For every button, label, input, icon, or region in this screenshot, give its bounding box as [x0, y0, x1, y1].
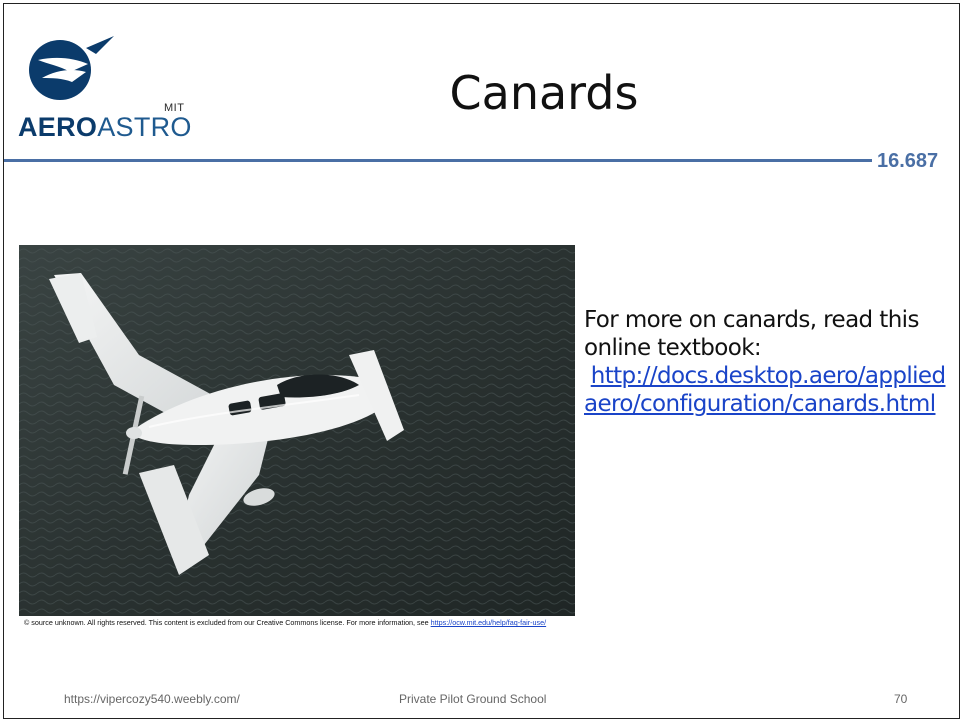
fair-use-link[interactable]: https://ocw.mit.edu/help/faq-fair-use/: [431, 618, 546, 627]
footer-url: https://vipercozy540.weebly.com/: [64, 692, 240, 706]
page-number: 70: [894, 692, 908, 706]
logo-aero-text: AERO: [18, 112, 98, 142]
body-paragraph: For more on canards, read this online te…: [584, 306, 956, 418]
slide: MIT AEROASTRO Canards 16.687 © source un…: [3, 3, 960, 719]
header-divider: [4, 159, 872, 162]
slide-title: Canards: [449, 66, 639, 120]
aeroastro-logo-mark-icon: [29, 36, 114, 100]
image-credit: © source unknown. All rights reserved. T…: [24, 618, 584, 628]
logo-wordmark: AEROASTRO: [18, 112, 192, 143]
credit-text: © source unknown. All rights reserved. T…: [24, 618, 429, 627]
textbook-link[interactable]: http://docs.desktop.aero/appliedaero/con…: [584, 363, 946, 417]
logo-astro-text: ASTRO: [97, 112, 192, 142]
canard-aircraft-photo: [19, 245, 575, 616]
aeroastro-logo: MIT AEROASTRO: [18, 34, 198, 154]
body-text: For more on canards, read this online te…: [584, 307, 919, 361]
course-number: 16.687: [877, 150, 939, 172]
footer-course-name: Private Pilot Ground School: [399, 692, 547, 706]
